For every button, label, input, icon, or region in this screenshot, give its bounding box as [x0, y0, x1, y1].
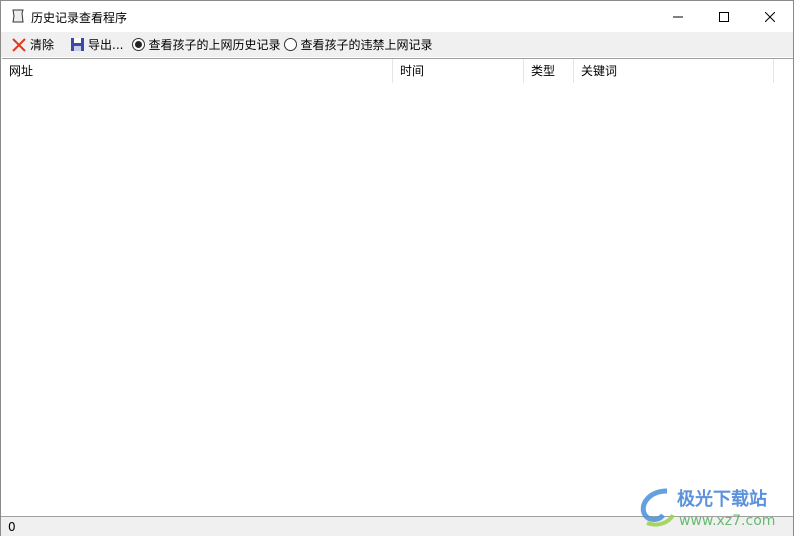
export-label: 导出... — [88, 38, 124, 52]
window-title: 历史记录查看程序 — [31, 11, 128, 25]
watermark-logo: 极光下载站 www.xz7.com — [637, 485, 787, 533]
clear-label: 清除 — [30, 38, 55, 52]
maximize-button[interactable] — [701, 1, 747, 32]
minimize-button[interactable] — [655, 1, 701, 32]
radio-history-label: 查看孩子的上网历史记录 — [148, 38, 281, 52]
svg-text:www.xz7.com: www.xz7.com — [679, 513, 775, 529]
column-time[interactable]: 时间 — [393, 59, 524, 83]
close-button[interactable] — [747, 1, 793, 32]
radio-banned-label: 查看孩子的违禁上网记录 — [300, 38, 433, 52]
list-header: 网址 时间 类型 关键词 — [2, 59, 793, 83]
red-x-icon — [12, 37, 26, 52]
maximize-icon — [719, 11, 729, 22]
scroll-icon — [12, 9, 24, 23]
save-disk-icon — [71, 38, 85, 51]
app-window: 历史记录查看程序 清除 导出... 查看孩子的上网历史记录 查看孩子的违禁上网记… — [0, 0, 794, 536]
history-list[interactable]: 网址 时间 类型 关键词 — [2, 58, 793, 516]
title-bar: 历史记录查看程序 — [1, 1, 793, 32]
toolbar: 清除 导出... 查看孩子的上网历史记录 查看孩子的违禁上网记录 — [1, 32, 793, 57]
minimize-icon — [673, 16, 683, 17]
column-keyword[interactable]: 关键词 — [574, 59, 774, 83]
column-type[interactable]: 类型 — [524, 59, 574, 83]
export-button[interactable]: 导出... — [70, 36, 123, 53]
radio-history[interactable]: 查看孩子的上网历史记录 — [132, 36, 280, 53]
radio-banned[interactable]: 查看孩子的违禁上网记录 — [284, 36, 433, 53]
svg-text:极光下载站: 极光下载站 — [677, 488, 767, 510]
column-url[interactable]: 网址 — [2, 59, 393, 83]
close-icon — [765, 11, 775, 22]
clear-button[interactable]: 清除 — [11, 36, 54, 53]
status-count: 0 — [8, 520, 16, 534]
